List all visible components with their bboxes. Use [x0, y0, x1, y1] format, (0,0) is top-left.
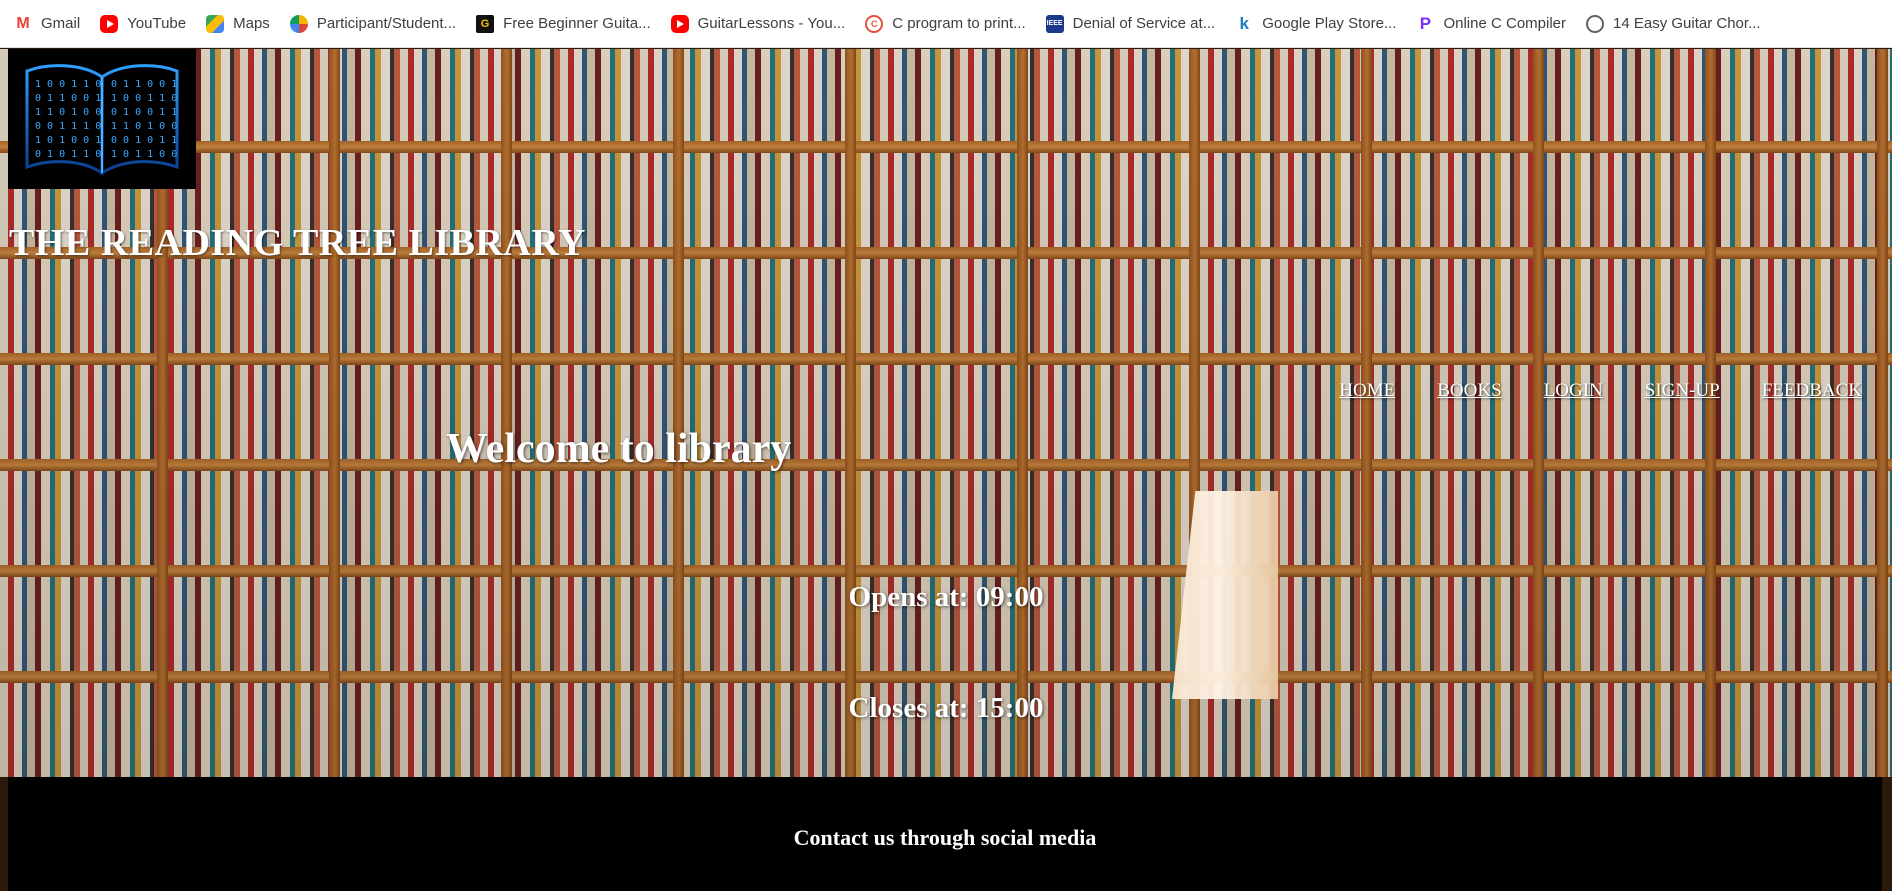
contact-heading: Contact us through social media — [793, 825, 1097, 850]
nav-books[interactable]: BOOKS — [1437, 380, 1501, 402]
bookmark-participant[interactable]: Participant/Student... — [289, 14, 457, 33]
welcome-heading: Welcome to library — [446, 426, 792, 472]
nav-login[interactable]: LOGIN — [1544, 380, 1603, 402]
svg-text:0 0 1 1 1 0: 0 0 1 1 1 0 — [35, 121, 101, 132]
nav-signup[interactable]: SIGN-UP — [1645, 380, 1720, 402]
bookmark-label: Maps — [233, 15, 270, 32]
youtube-icon — [670, 14, 689, 33]
svg-text:0 1 0 0 1 1: 0 1 0 0 1 1 — [111, 107, 177, 118]
bookmark-label: Online C Compiler — [1443, 15, 1566, 32]
main-nav: HOME BOOKS LOGIN SIGN-UP FEEDBACK — [1339, 380, 1862, 402]
site-title: THE READING TREE LIBRARY — [9, 222, 586, 264]
bookmark-label: Denial of Service at... — [1072, 15, 1216, 32]
nav-feedback[interactable]: FEEDBACK — [1762, 380, 1862, 402]
library-logo: 1 0 0 1 1 0 0 1 1 0 0 1 1 1 0 1 0 0 0 0 … — [8, 49, 196, 189]
svg-text:1 1 0 1 0 0: 1 1 0 1 0 0 — [35, 107, 101, 118]
ieee-icon: IEEE — [1045, 14, 1064, 33]
bookmarks-bar: M Gmail YouTube Maps Participant/Student… — [0, 0, 1892, 48]
bookmark-label: Participant/Student... — [316, 15, 457, 32]
bookmark-label: YouTube — [127, 15, 187, 32]
bookmark-ieee[interactable]: IEEE Denial of Service at... — [1045, 14, 1216, 33]
bookmark-c-program[interactable]: C C program to print... — [865, 14, 1026, 33]
open-book-icon: 1 0 0 1 1 0 0 1 1 0 0 1 1 1 0 1 0 0 0 0 … — [25, 64, 179, 176]
gmail-icon: M — [14, 14, 32, 33]
opening-time: Opens at: 09:00 — [848, 581, 1044, 613]
bookmark-play-store[interactable]: k Google Play Store... — [1235, 14, 1397, 33]
svg-text:1 0 1 1 0 0: 1 0 1 1 0 0 — [111, 149, 177, 160]
bookmark-guitarlessons[interactable]: GuitarLessons - You... — [670, 14, 846, 33]
globe-icon — [1586, 14, 1604, 33]
guitar-icon: G — [476, 14, 495, 33]
svg-text:1 0 1 0 0 1: 1 0 1 0 0 1 — [35, 135, 101, 146]
bookmark-label: C program to print... — [892, 15, 1026, 32]
bookmark-youtube[interactable]: YouTube — [100, 14, 187, 33]
svg-text:0 0 1 0 1 1: 0 0 1 0 1 1 — [111, 135, 177, 146]
youtube-icon — [100, 14, 119, 33]
bookmark-maps[interactable]: Maps — [206, 14, 270, 33]
online-compiler-icon: P — [1416, 14, 1435, 33]
svg-text:0 1 1 0 0 1: 0 1 1 0 0 1 — [111, 79, 177, 90]
bookmark-guitar-chords[interactable]: 14 Easy Guitar Chor... — [1586, 14, 1761, 33]
bookmark-label: Google Play Store... — [1262, 15, 1397, 32]
svg-text:0 1 0 1 1 0: 0 1 0 1 1 0 — [35, 149, 101, 160]
hero-section: 1 0 0 1 1 0 0 1 1 0 0 1 1 1 0 1 0 0 0 0 … — [0, 49, 1892, 777]
participant-icon — [289, 14, 308, 33]
svg-text:1 0 0 1 1 0: 1 0 0 1 1 0 — [35, 79, 101, 90]
bookmark-guitar[interactable]: G Free Beginner Guita... — [476, 14, 651, 33]
svg-text:1 1 0 1 0 0: 1 1 0 1 0 0 — [111, 121, 177, 132]
bookmark-label: Gmail — [41, 15, 81, 32]
c-program-icon: C — [865, 14, 884, 33]
footer: Contact us through social media — [8, 777, 1882, 891]
nav-home[interactable]: HOME — [1339, 380, 1395, 402]
closing-time: Closes at: 15:00 — [848, 692, 1044, 724]
svg-text:1 0 0 1 1 0: 1 0 0 1 1 0 — [111, 93, 177, 104]
bookmark-label: GuitarLessons - You... — [697, 15, 846, 32]
bookmark-gmail[interactable]: M Gmail — [14, 14, 81, 33]
bookmark-label: 14 Easy Guitar Chor... — [1613, 15, 1761, 32]
bookmark-label: Free Beginner Guita... — [503, 15, 651, 32]
svg-text:0 1 1 0 0 1: 0 1 1 0 0 1 — [35, 93, 101, 104]
maps-icon — [206, 14, 225, 33]
k-icon: k — [1235, 14, 1254, 33]
bookmark-online-compiler[interactable]: P Online C Compiler — [1416, 14, 1566, 33]
